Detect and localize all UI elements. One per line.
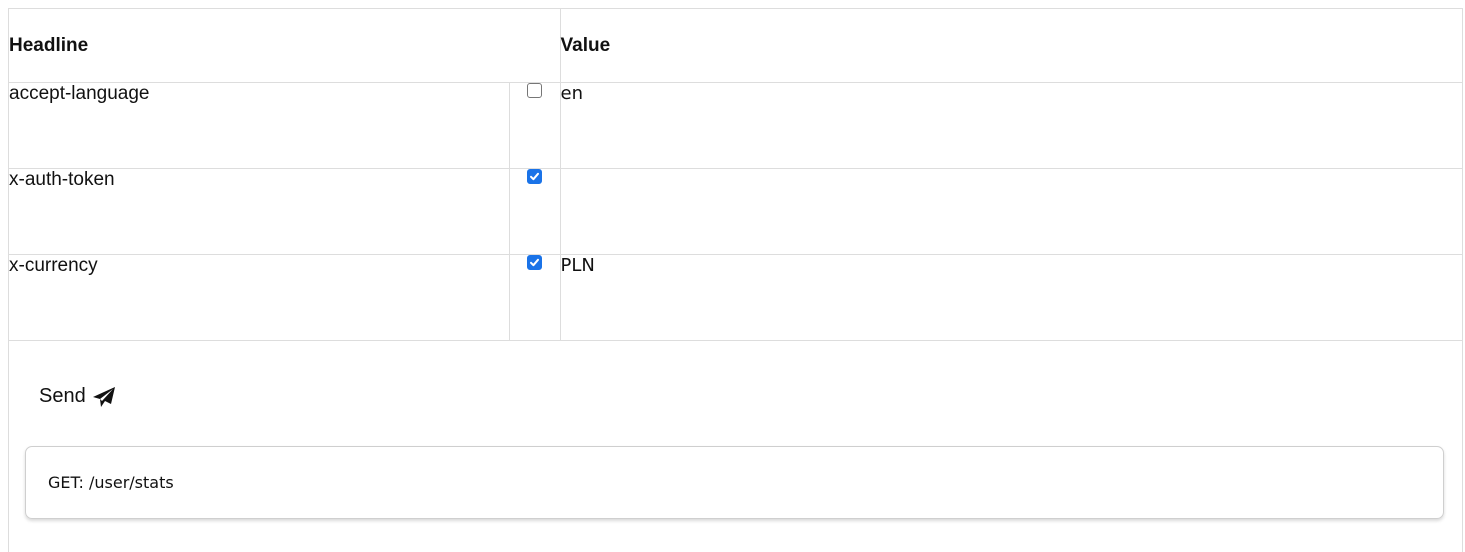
paper-plane-icon [92,386,116,408]
header-enabled-checkbox[interactable] [527,83,542,98]
column-header-value: Value [559,9,1463,83]
table-row: accept-language en [9,82,1463,169]
table-header-row: Headline Value [9,9,1463,83]
header-enabled-cell [508,82,561,169]
request-output[interactable]: GET: /user/stats [25,446,1444,519]
header-value[interactable]: PLN [559,254,1463,341]
headers-panel: Headline Value accept-language en x-auth… [8,8,1463,552]
header-enabled-checkbox[interactable] [527,255,542,270]
header-name: x-auth-token [9,168,509,255]
send-button[interactable]: Send [39,385,116,408]
header-name: x-currency [9,254,509,341]
header-enabled-cell [508,254,561,341]
table-row: x-currency PLN [9,254,1463,341]
column-header-headline: Headline [9,9,561,83]
check-icon [530,258,539,267]
header-value[interactable]: en [559,82,1463,169]
header-enabled-checkbox[interactable] [527,169,542,184]
table-row: x-auth-token [9,168,1463,255]
headers-table: Headline Value accept-language en x-auth… [9,9,1463,341]
header-name: accept-language [9,82,509,169]
send-label: Send [39,385,86,407]
header-value[interactable] [559,168,1463,255]
check-icon [530,172,539,181]
request-text: GET: /user/stats [48,473,174,492]
header-enabled-cell [508,168,561,255]
